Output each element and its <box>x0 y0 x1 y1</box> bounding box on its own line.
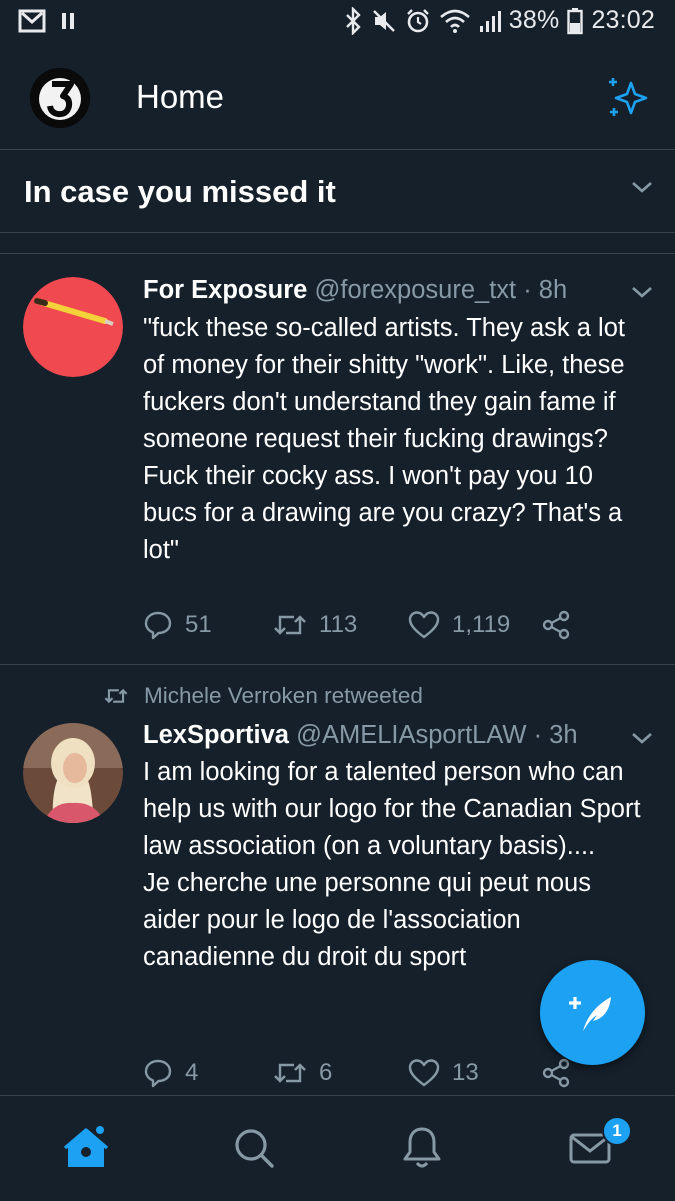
tweet-time: · 3h <box>533 721 578 749</box>
wifi-icon <box>439 8 471 34</box>
share-icon <box>541 610 571 640</box>
retweeted-by: Michele Verroken retweeted <box>104 683 423 709</box>
mute-icon <box>371 8 397 34</box>
tweet-header: LexSportiva @AMELIAsportLAW · 3h <box>143 721 578 750</box>
tweet-author-name[interactable]: LexSportiva <box>143 721 289 749</box>
nav-home[interactable] <box>62 1124 112 1174</box>
reply-button[interactable]: 51 <box>143 610 273 640</box>
tweet-author-handle[interactable]: @AMELIAsportLAW <box>296 721 526 749</box>
chevron-down-icon[interactable] <box>631 731 653 745</box>
like-count: 13 <box>452 1059 479 1086</box>
tweet-time: · 8h <box>523 276 568 304</box>
page-title: Home <box>136 78 225 115</box>
search-icon <box>230 1124 280 1172</box>
tweet-author-name[interactable]: For Exposure <box>143 276 307 304</box>
reply-icon <box>143 610 173 640</box>
sparkle-icon[interactable] <box>605 74 651 120</box>
retweet-icon <box>273 611 307 639</box>
tweet-avatar[interactable] <box>23 277 123 377</box>
battery-icon <box>567 7 584 35</box>
retweet-button[interactable]: 113 <box>273 611 408 639</box>
compose-tweet-button[interactable] <box>540 960 645 1065</box>
retweet-count: 113 <box>319 611 358 638</box>
tweet-actions: 4 6 13 <box>143 1058 571 1088</box>
retweet-button[interactable]: 6 <box>273 1059 408 1087</box>
retweet-icon <box>104 686 128 706</box>
gmail-icon <box>18 9 46 33</box>
bottom-navigation <box>0 1095 675 1201</box>
nav-notifications[interactable] <box>398 1124 448 1174</box>
nav-search[interactable] <box>230 1124 280 1174</box>
app-header: Home <box>0 46 675 150</box>
like-button[interactable]: 1,119 <box>408 610 541 640</box>
tweet[interactable]: For Exposure @forexposure_txt · 8h "fuck… <box>0 254 675 665</box>
reply-button[interactable]: 4 <box>143 1058 273 1088</box>
share-button[interactable] <box>541 610 571 640</box>
share-icon <box>541 1058 571 1088</box>
like-icon <box>408 1058 440 1088</box>
alarm-icon <box>405 8 431 34</box>
tweet-avatar[interactable] <box>23 723 123 823</box>
reply-count: 4 <box>185 1059 199 1086</box>
notifications-icon <box>398 1124 448 1172</box>
chevron-down-icon[interactable] <box>631 180 653 194</box>
retweet-icon <box>273 1059 307 1087</box>
signal-icon <box>479 8 501 34</box>
icymi-title: In case you missed it <box>24 174 336 209</box>
like-button[interactable]: 13 <box>408 1058 541 1088</box>
tweet-header: For Exposure @forexposure_txt · 8h <box>143 276 567 305</box>
battery-percent: 38% <box>508 6 560 34</box>
pause-icon <box>60 11 76 31</box>
like-count: 1,119 <box>452 611 511 638</box>
tweet-author-handle[interactable]: @forexposure_txt <box>314 276 516 304</box>
icymi-section-header[interactable]: In case you missed it <box>0 150 675 233</box>
tweet-text: I am looking for a talented person who c… <box>143 758 641 971</box>
profile-avatar[interactable] <box>30 68 90 128</box>
messages-badge: 1 <box>602 1116 632 1146</box>
chevron-down-icon[interactable] <box>631 285 653 299</box>
home-icon <box>62 1124 112 1172</box>
bluetooth-icon <box>343 6 363 35</box>
retweeted-by-label[interactable]: Michele Verroken retweeted <box>144 683 423 709</box>
reply-count: 51 <box>185 611 212 638</box>
like-icon <box>408 610 440 640</box>
share-button[interactable] <box>541 1058 571 1088</box>
status-bar: 38% 23:02 <box>0 0 675 46</box>
tweet-text: "fuck these so-called artists. They ask … <box>143 314 625 564</box>
tweet-actions: 51 113 1,119 <box>143 610 571 640</box>
reply-icon <box>143 1058 173 1088</box>
retweet-count: 6 <box>319 1059 333 1086</box>
timeline-gap <box>0 233 675 254</box>
clock: 23:02 <box>591 6 655 34</box>
